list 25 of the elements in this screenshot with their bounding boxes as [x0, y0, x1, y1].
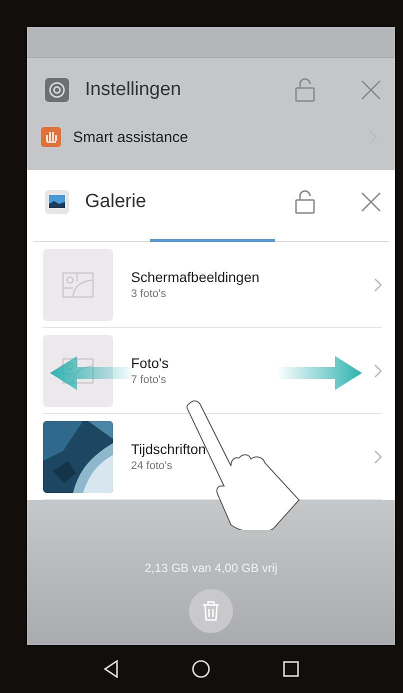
chevron-icon [374, 364, 382, 378]
app-title: Galerie [85, 191, 148, 213]
album-count: 7 foto's [131, 374, 168, 386]
storage-text: 2,13 GB van 4,00 GB vrij [144, 561, 278, 575]
close-icon[interactable] [361, 80, 381, 100]
album-count: 24 foto's [131, 460, 174, 472]
album-count: 3 foto's [131, 288, 168, 300]
trash-icon [202, 601, 220, 621]
settings-icon [45, 78, 69, 102]
clear-all-button[interactable] [189, 589, 233, 633]
close-icon[interactable] [361, 192, 381, 212]
right-arrow-icon [276, 356, 362, 390]
hand-icon [41, 127, 61, 147]
album-name: Tijdschrifton [131, 441, 207, 457]
unlock-icon[interactable] [295, 190, 315, 214]
app-title: Instellingen [85, 79, 182, 101]
settings-item-label: Smart assistance [73, 128, 190, 146]
chevron-icon [374, 450, 382, 464]
unlock-icon[interactable] [295, 78, 315, 102]
album-name: Foto's [131, 355, 170, 371]
album-name: Schermafbeeldingen [131, 269, 260, 285]
chevron-icon [374, 278, 382, 292]
album-row[interactable]: Schermafbeeldingen 3 foto's [43, 242, 382, 328]
gallery-icon [45, 190, 69, 214]
image-icon [62, 272, 94, 298]
